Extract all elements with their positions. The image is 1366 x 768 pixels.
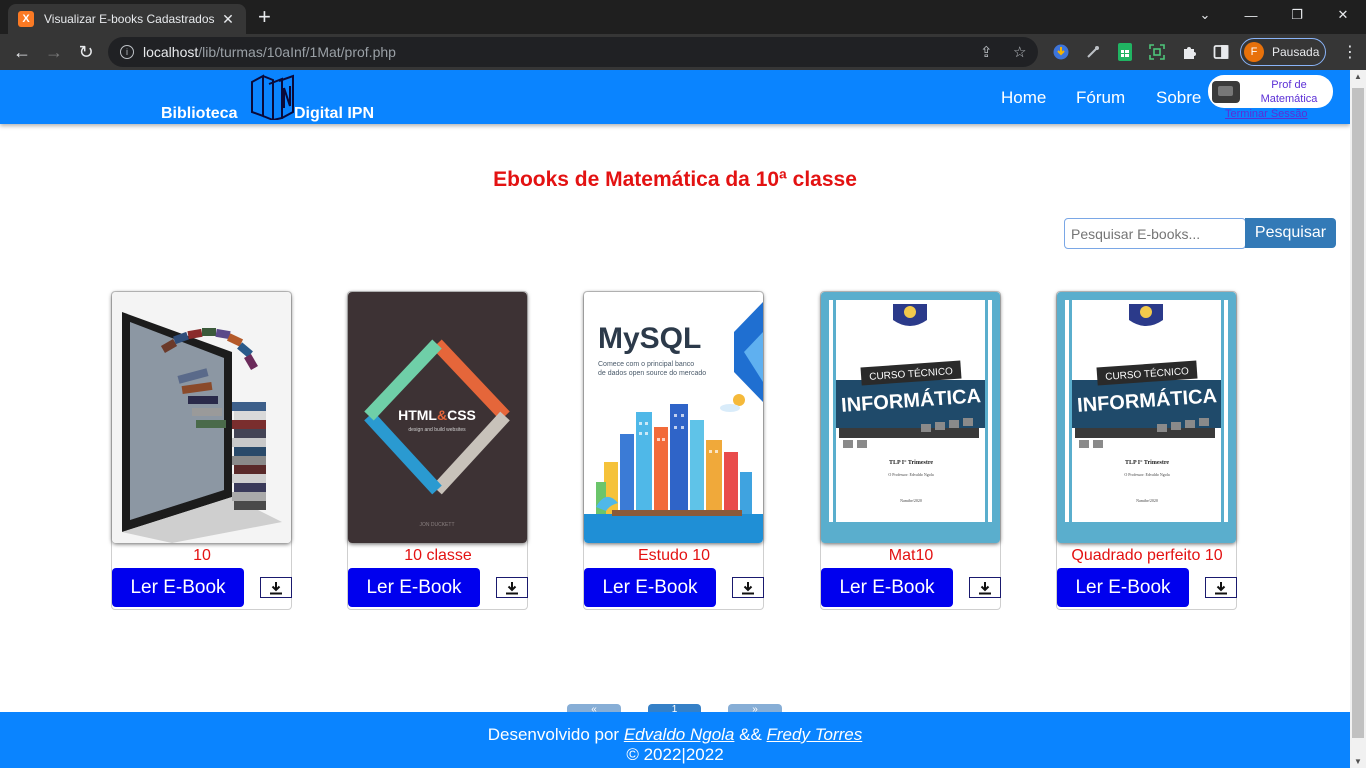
forward-icon[interactable]: → <box>42 40 66 64</box>
browser-tab[interactable]: X Visualizar E-books Cadastrados ✕ <box>8 4 246 34</box>
read-ebook-button[interactable]: Ler E-Book <box>821 568 953 607</box>
ebook-card: CURSO TÉCNICO INFORMÁTICA TLP I° Trimest… <box>1056 291 1237 610</box>
new-tab-icon[interactable]: + <box>258 6 271 28</box>
cover-css-text: CSS <box>447 407 476 423</box>
download-icon[interactable] <box>496 577 528 598</box>
site-footer: Desenvolvido por Edvaldo Ngola && Fredy … <box>0 712 1350 768</box>
restore-icon[interactable]: ❐ <box>1274 0 1320 30</box>
search-button[interactable]: Pesquisar <box>1245 218 1336 248</box>
nav-forum[interactable]: Fórum <box>1076 88 1125 108</box>
download-icon[interactable] <box>969 577 1001 598</box>
screenshot-extension-icon[interactable] <box>1147 42 1167 62</box>
ebook-card: CURSO TÉCNICO INFORMÁTICA TLP I° Trimest… <box>820 291 1001 610</box>
scrollbar-thumb[interactable] <box>1352 88 1364 738</box>
site-info-icon[interactable]: i <box>120 45 134 59</box>
cover-curso-line1: TLP I° Trimestre <box>1125 459 1169 466</box>
brand-text-right[interactable]: Digital IPN <box>294 105 374 123</box>
reload-icon[interactable]: ↻ <box>74 40 98 64</box>
profile-avatar: F <box>1244 42 1264 62</box>
footer-copyright: © 2022|2022 <box>626 745 724 764</box>
cover-mysql-sub2: de dados open source do mercado <box>598 370 706 377</box>
credits-joiner: && <box>734 725 767 744</box>
credits-prefix: Desenvolvido por <box>487 725 624 744</box>
ebook-cover-image[interactable]: HTML&CSS design and build websites JON D… <box>348 292 527 543</box>
cover-curso-line2: O Professor: Edvaldo Ngola <box>1124 472 1169 477</box>
read-ebook-button[interactable]: Ler E-Book <box>348 568 480 607</box>
logout-link[interactable]: Terminar Sessão <box>1225 108 1308 120</box>
browser-tabstrip: X Visualizar E-books Cadastrados ✕ + ⌄ —… <box>0 0 1366 34</box>
scroll-up-icon[interactable]: ▲ <box>1354 72 1362 81</box>
profile-button[interactable]: F Pausada <box>1240 38 1326 66</box>
address-bar[interactable]: i localhost /lib/turmas/10aInf/1Mat/prof… <box>108 37 1038 67</box>
ebook-cover-image[interactable]: CURSO TÉCNICO INFORMÁTICA TLP I° Trimest… <box>821 292 1000 543</box>
page-title: Ebooks de Matemática da 10ª classe <box>493 168 857 191</box>
site-navbar: Biblioteca Digital IPN Home Fórum Sobre … <box>0 70 1350 124</box>
download-extension-icon[interactable] <box>1051 42 1071 62</box>
footer-credits: Desenvolvido por Edvaldo Ngola && Fredy … <box>0 725 1350 745</box>
tab-title: Visualizar E-books Cadastrados <box>44 12 215 26</box>
download-icon[interactable] <box>732 577 764 598</box>
page-scrollbar[interactable]: ▲ ▼ <box>1350 70 1366 768</box>
ebook-card: 10 Ler E-Book <box>111 291 292 610</box>
user-name: Prof de Matemática <box>1260 78 1318 105</box>
ebook-title: 10 classe <box>404 547 472 564</box>
eyedropper-extension-icon[interactable] <box>1083 42 1103 62</box>
user-avatar <box>1212 80 1240 103</box>
cover-html-text: HTML <box>398 407 437 423</box>
svg-text:HTML&CSS: HTML&CSS <box>398 407 476 423</box>
profile-status: Pausada <box>1272 45 1320 59</box>
tab-search-chevron-icon[interactable]: ⌄ <box>1182 0 1228 30</box>
read-ebook-button[interactable]: Ler E-Book <box>584 568 716 607</box>
window-close-icon[interactable]: ✕ <box>1320 0 1366 30</box>
ebook-cover-image[interactable]: CURSO TÉCNICO INFORMÁTICA TLP I° Trimest… <box>1057 292 1236 543</box>
read-ebook-button[interactable]: Ler E-Book <box>112 568 244 607</box>
browser-toolbar: ← → ↻ i localhost /lib/turmas/10aInf/1Ma… <box>0 34 1366 70</box>
extensions-puzzle-icon[interactable] <box>1179 42 1199 62</box>
search-input[interactable] <box>1064 218 1246 249</box>
ebook-cover-image[interactable]: MySQL Comece com o principal banco de da… <box>584 292 763 543</box>
side-panel-icon[interactable] <box>1211 42 1231 62</box>
cover-mysql-sub1: Comece com o principal banco <box>598 361 694 368</box>
url-path: /lib/turmas/10aInf/1Mat/prof.php <box>198 44 396 60</box>
cover-curso-line3: Namibe/2020 <box>900 498 922 503</box>
read-ebook-button[interactable]: Ler E-Book <box>1057 568 1189 607</box>
ebook-cover-image[interactable] <box>112 292 291 543</box>
nav-sobre[interactable]: Sobre <box>1156 88 1201 108</box>
xampp-favicon-icon: X <box>18 11 34 27</box>
browser-menu-icon[interactable]: ⋮ <box>1342 42 1358 62</box>
cover-mysql-title: MySQL <box>598 322 701 355</box>
author-link-fredy[interactable]: Fredy Torres <box>767 725 863 744</box>
download-icon[interactable] <box>260 577 292 598</box>
cover-author: JON DUCKETT <box>420 522 455 528</box>
page-viewport: Biblioteca Digital IPN Home Fórum Sobre … <box>0 70 1350 768</box>
cover-amp-text: & <box>437 407 447 423</box>
sheets-extension-icon[interactable] <box>1115 42 1135 62</box>
cover-curso-line2: O Professor: Edvaldo Ngola <box>888 472 933 477</box>
download-icon[interactable] <box>1205 577 1237 598</box>
url-host: localhost <box>143 44 199 60</box>
minimize-icon[interactable]: — <box>1228 0 1274 30</box>
scroll-down-icon[interactable]: ▼ <box>1354 757 1362 766</box>
ebook-title: Estudo 10 <box>637 547 711 564</box>
library-logo-icon[interactable] <box>249 72 295 120</box>
author-link-edvaldo[interactable]: Edvaldo Ngola <box>624 725 735 744</box>
cover-curso-line1: TLP I° Trimestre <box>889 459 933 466</box>
bookmark-star-icon[interactable]: ☆ <box>1013 43 1026 61</box>
tab-close-icon[interactable]: ✕ <box>220 11 236 28</box>
cover-curso-line3: Namibe/2020 <box>1136 498 1158 503</box>
nav-home[interactable]: Home <box>1001 88 1046 108</box>
user-menu[interactable]: Prof de Matemática <box>1208 75 1333 108</box>
cover-subtitle: design and build websites <box>408 427 466 433</box>
share-icon[interactable]: ⇪ <box>980 43 993 61</box>
ebook-title: Mat10 <box>888 547 934 564</box>
ebook-title: 10 <box>193 547 211 564</box>
ebook-card: MySQL Comece com o principal banco de da… <box>583 291 764 610</box>
brand-text-left[interactable]: Biblioteca <box>161 105 237 123</box>
ebook-title: Quadrado perfeito 10 <box>1071 547 1223 564</box>
back-icon[interactable]: ← <box>10 40 34 64</box>
ebook-card: HTML&CSS design and build websites JON D… <box>347 291 528 610</box>
